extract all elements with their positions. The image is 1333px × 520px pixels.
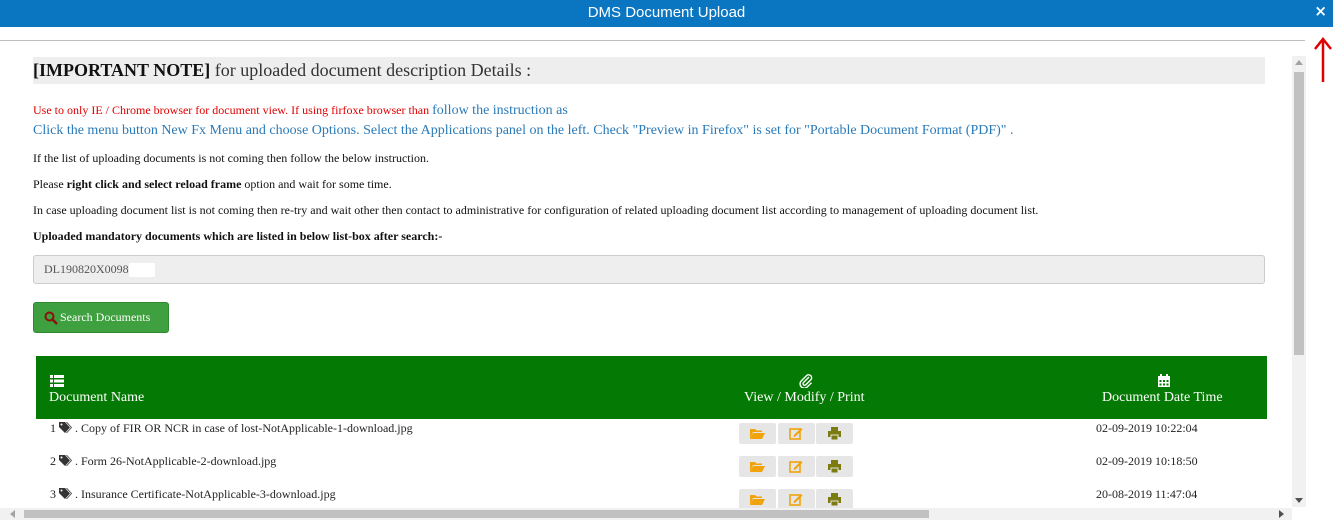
note-title-bold: [IMPORTANT NOTE] (33, 60, 211, 80)
document-name-cell: 3 . Insurance Certificate-NotApplicable-3… (50, 487, 336, 502)
application-number-value: DL190820X0098 (44, 262, 129, 276)
edit-icon (789, 494, 803, 506)
edit-icon (789, 428, 803, 440)
dialog-content: [IMPORTANT NOTE] for uploaded document d… (0, 42, 1292, 510)
vertical-scroll-thumb[interactable] (1294, 72, 1304, 355)
mandatory-label: Uploaded mandatory documents which are l… (33, 229, 443, 243)
view-button[interactable] (739, 423, 776, 444)
view-button[interactable] (739, 456, 776, 477)
browser-warning: Use to only IE / Chrome browser for docu… (33, 103, 433, 117)
modify-button[interactable] (778, 423, 815, 444)
header-document-name: Document Name (49, 390, 145, 405)
note-header: [IMPORTANT NOTE] for uploaded document d… (33, 57, 1265, 84)
print-button[interactable] (816, 423, 853, 444)
reload-instruction: Please right click and select reload fra… (33, 177, 392, 192)
reload-prefix: Please (33, 177, 67, 191)
header-actions: View / Modify / Print (744, 390, 865, 405)
vertical-scrollbar[interactable] (1292, 56, 1306, 507)
modify-button[interactable] (778, 456, 815, 477)
browser-warning-line: Use to only IE / Chrome browser for docu… (33, 103, 568, 119)
document-name[interactable]: . Copy of FIR OR NCR in case of lost-Not… (75, 421, 413, 435)
arrow-up-icon (1314, 36, 1332, 82)
table-row: 2. Form 26-NotApplicable-2-download.jpg … (36, 452, 1267, 485)
print-button[interactable] (816, 456, 853, 477)
horizontal-scroll-thumb[interactable] (24, 510, 929, 518)
scroll-left-arrow[interactable] (10, 510, 15, 518)
retry-instruction: In case uploading document list is not c… (33, 203, 1039, 217)
scroll-up-arrow[interactable] (1295, 60, 1303, 65)
print-icon (828, 493, 841, 506)
table-row: 1 . Copy of FIR OR NCR in case of lost-No… (36, 419, 1267, 452)
document-name-cell: 2 . Form 26-NotApplicable-2-download.jpg (50, 454, 276, 469)
document-name-cell: 1 . Copy of FIR OR NCR in case of lost-No… (50, 421, 413, 436)
redaction-mask (128, 263, 155, 278)
paperclip-icon (799, 374, 813, 388)
search-documents-label: Search Documents (60, 310, 151, 324)
document-datetime: 02-09-2019 10:22:04 (1096, 421, 1198, 435)
scroll-down-arrow[interactable] (1295, 498, 1303, 503)
document-name[interactable]: . Insurance Certificate-NotApplicable-3-… (75, 487, 336, 501)
documents-table-header: Document Name View / Modify / Print Docu… (36, 356, 1267, 419)
tags-icon (59, 422, 72, 433)
calendar-icon (1158, 374, 1170, 387)
horizontal-scrollbar[interactable] (0, 508, 1292, 520)
folder-open-icon (750, 495, 765, 505)
document-datetime: 20-08-2019 11:47:04 (1096, 487, 1198, 501)
tags-icon (59, 455, 72, 466)
document-datetime: 02-09-2019 10:18:50 (1096, 454, 1198, 468)
folder-open-icon (750, 462, 765, 472)
divider (0, 40, 1305, 41)
search-documents-button[interactable]: Search Documents (33, 302, 169, 333)
edit-icon (789, 461, 803, 473)
follow-instruction-link[interactable]: follow the instruction as (432, 103, 568, 118)
row-index: 3 (50, 487, 56, 501)
note-title-rest: for uploaded document description Detail… (210, 60, 532, 80)
list-icon (50, 375, 64, 387)
close-icon[interactable]: × (1314, 2, 1327, 20)
print-icon (828, 460, 841, 473)
folder-open-icon (750, 429, 765, 439)
reload-bold: right click and select reload frame (66, 177, 242, 191)
row-index: 1 (50, 421, 56, 435)
scroll-right-arrow[interactable] (1279, 510, 1284, 518)
firefox-instruction: Click the menu button New Fx Menu and ch… (33, 123, 1014, 138)
dialog-titlebar: DMS Document Upload × (0, 0, 1333, 27)
row-index: 2 (50, 454, 56, 468)
magnifier-icon (44, 311, 58, 325)
print-icon (828, 427, 841, 440)
document-name[interactable]: . Form 26-NotApplicable-2-download.jpg (75, 454, 276, 468)
reload-suffix: option and wait for some time. (241, 177, 392, 191)
tags-icon (59, 488, 72, 499)
modify-button[interactable] (778, 489, 815, 510)
list-missing-text: If the list of uploading documents is no… (33, 151, 429, 165)
dialog-title: DMS Document Upload (587, 4, 746, 21)
table-row: 3 . Insurance Certificate-NotApplicable-3… (36, 485, 1267, 510)
header-document-datetime: Document Date Time (1102, 390, 1223, 405)
view-button[interactable] (739, 489, 776, 510)
application-number-field[interactable]: DL190820X0098 (33, 255, 1265, 284)
print-button[interactable] (816, 489, 853, 510)
